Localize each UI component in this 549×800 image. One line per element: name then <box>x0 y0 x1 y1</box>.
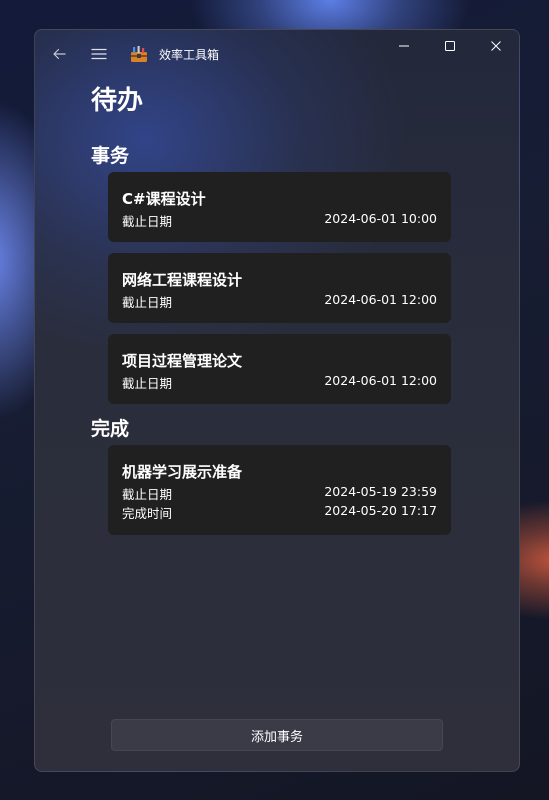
section-title-pending: 事务 <box>91 145 130 167</box>
deadline-label: 截止日期 <box>122 295 173 310</box>
todo-title: C#课程设计 <box>122 190 206 208</box>
todo-card[interactable]: 网络工程课程设计 截止日期 2024-06-01 12:00 <box>108 253 451 323</box>
deadline-value: 2024-06-01 12:00 <box>324 373 437 388</box>
deadline-row: 截止日期 2024-06-01 12:00 <box>122 373 437 391</box>
minimize-button[interactable] <box>381 30 427 62</box>
page-title: 待办 <box>91 86 144 116</box>
add-todo-button[interactable]: 添加事务 <box>111 719 443 751</box>
title-bar: 效率工具箱 <box>35 30 519 78</box>
done-card[interactable]: 机器学习展示准备 截止日期 2024-05-19 23:59 完成时间 2024… <box>108 445 451 535</box>
section-title-done: 完成 <box>91 418 130 440</box>
deadline-value: 2024-06-01 12:00 <box>324 292 437 307</box>
deadline-label: 截止日期 <box>122 214 173 229</box>
close-button[interactable] <box>473 30 519 62</box>
back-button[interactable] <box>45 40 73 68</box>
todo-card[interactable]: 项目过程管理论文 截止日期 2024-06-01 12:00 <box>108 334 451 404</box>
app-window: 效率工具箱 待办 事务 C#课程设计 截止日期 2024-06-01 10:00… <box>34 29 520 772</box>
deadline-label: 截止日期 <box>122 376 173 391</box>
todo-title: 项目过程管理论文 <box>122 352 243 370</box>
app-title: 效率工具箱 <box>159 48 220 62</box>
deadline-value: 2024-05-19 23:59 <box>324 484 437 499</box>
menu-button[interactable] <box>85 40 113 68</box>
todo-title: 网络工程课程设计 <box>122 271 243 289</box>
deadline-row: 截止日期 2024-05-19 23:59 <box>122 484 437 502</box>
todo-card[interactable]: C#课程设计 截止日期 2024-06-01 10:00 <box>108 172 451 242</box>
maximize-button[interactable] <box>427 30 473 62</box>
deadline-value: 2024-06-01 10:00 <box>324 211 437 226</box>
deadline-row: 截止日期 2024-06-01 12:00 <box>122 292 437 310</box>
deadline-label: 截止日期 <box>122 487 173 502</box>
deadline-row: 截止日期 2024-06-01 10:00 <box>122 211 437 229</box>
hamburger-icon <box>91 48 107 60</box>
maximize-icon <box>445 41 455 51</box>
close-icon <box>491 41 501 51</box>
toolbox-icon <box>130 45 148 63</box>
completed-label: 完成时间 <box>122 506 173 521</box>
completed-value: 2024-05-20 17:17 <box>324 503 437 518</box>
back-arrow-icon <box>53 48 66 60</box>
minimize-icon <box>399 45 409 47</box>
completed-row: 完成时间 2024-05-20 17:17 <box>122 503 437 521</box>
done-title: 机器学习展示准备 <box>122 463 243 481</box>
